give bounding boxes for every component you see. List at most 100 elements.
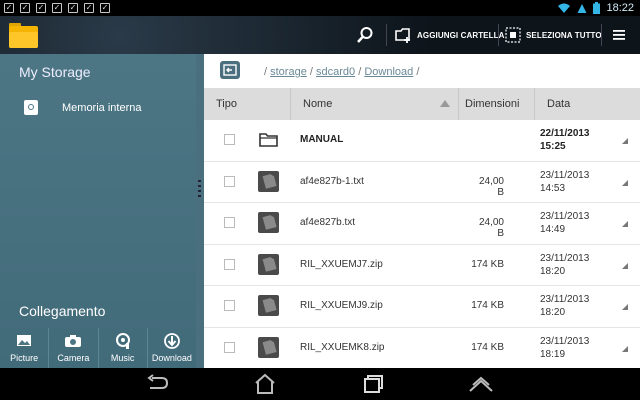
row-checkbox[interactable] bbox=[224, 217, 235, 228]
action-bar: AGGIUNGI CARTELLA SELEZIONA TUTTO bbox=[0, 16, 640, 54]
notification-icons: ✓ ✓ ✓ ✓ ✓ ✓ ✓ bbox=[4, 3, 110, 13]
file-date-day: 23/11/2013 bbox=[540, 294, 590, 305]
breadcrumb-storage[interactable]: storage bbox=[270, 66, 307, 78]
select-all-button[interactable]: SELEZIONA TUTTO bbox=[505, 16, 602, 54]
up-icon[interactable] bbox=[464, 372, 498, 396]
breadcrumb-separator: / bbox=[358, 66, 362, 78]
file-size: 174 KB bbox=[471, 341, 504, 353]
breadcrumb-download[interactable]: Download bbox=[364, 66, 413, 78]
clock: 18:22 bbox=[606, 2, 634, 14]
back-folder-icon bbox=[223, 64, 237, 76]
file-date: 23/11/2013 18:20 bbox=[540, 293, 589, 319]
file-date: 22/11/2013 15:25 bbox=[540, 127, 590, 153]
notification-check-icon: ✓ bbox=[4, 3, 14, 13]
file-name: MANUAL bbox=[300, 134, 344, 145]
separator bbox=[601, 24, 602, 46]
sidebar: My Storage Memoria interna Collegamento … bbox=[0, 54, 196, 368]
file-size: 174 KB bbox=[471, 258, 504, 270]
row-checkbox[interactable] bbox=[224, 300, 235, 311]
row-checkbox[interactable] bbox=[224, 258, 235, 270]
file-size: 24,00 B bbox=[478, 175, 504, 198]
file-date-time: 18:19 bbox=[540, 348, 566, 360]
file-name: RIL_XXUEMK8.zip bbox=[300, 341, 385, 353]
row-options-icon[interactable] bbox=[622, 262, 628, 269]
table-row[interactable]: af4e827b-1.txt 24,00 B 23/11/2013 14:53 bbox=[204, 162, 640, 203]
file-icon bbox=[258, 336, 279, 358]
recent-apps-icon[interactable] bbox=[356, 372, 390, 396]
search-button[interactable] bbox=[356, 16, 374, 54]
row-checkbox[interactable] bbox=[224, 341, 235, 353]
table-row[interactable]: RIL_XXUEMJ7.zip 174 KB 23/11/2013 18:20 bbox=[204, 245, 640, 286]
search-icon bbox=[357, 27, 373, 43]
back-icon[interactable] bbox=[140, 372, 174, 396]
row-options-icon[interactable] bbox=[622, 179, 628, 186]
column-header-name-label: Nome bbox=[303, 98, 333, 110]
file-icon bbox=[258, 253, 279, 275]
file-date-time: 14:49 bbox=[540, 224, 566, 235]
column-header-size[interactable]: Dimensioni bbox=[458, 88, 534, 120]
file-icon bbox=[258, 212, 279, 233]
sidebar-item-label: Memoria interna bbox=[62, 102, 142, 114]
file-date-day: 23/11/2013 bbox=[540, 252, 590, 264]
row-options-icon[interactable] bbox=[622, 345, 628, 352]
table-header: Tipo Nome Dimensioni Data bbox=[204, 88, 640, 120]
shortcut-label: Download bbox=[151, 353, 192, 363]
sidebar-title: My Storage bbox=[19, 64, 91, 80]
shortcut-music[interactable]: Music bbox=[97, 328, 147, 368]
add-folder-button[interactable]: AGGIUNGI CARTELLA bbox=[395, 16, 504, 54]
notification-check-icon: ✓ bbox=[100, 3, 110, 13]
row-options-icon[interactable] bbox=[622, 304, 628, 310]
notification-check-icon: ✓ bbox=[20, 3, 30, 13]
breadcrumb-sdcard0[interactable]: sdcard0 bbox=[316, 66, 355, 78]
shortcut-picture[interactable]: Picture bbox=[0, 328, 48, 368]
shortcut-label: Music bbox=[110, 353, 135, 363]
warning-icon bbox=[577, 3, 587, 13]
status-bar: ✓ ✓ ✓ ✓ ✓ ✓ ✓ 18:22 bbox=[0, 0, 640, 16]
wifi-icon bbox=[558, 3, 571, 13]
separator bbox=[386, 24, 387, 46]
panel-resize-handle[interactable] bbox=[196, 54, 204, 368]
column-header-date[interactable]: Data bbox=[534, 88, 640, 120]
separator bbox=[498, 24, 499, 46]
navigate-up-button[interactable] bbox=[220, 61, 240, 79]
shortcuts-bar: Picture Camera Music Download bbox=[0, 328, 196, 368]
app-folder-icon[interactable] bbox=[9, 21, 38, 48]
music-icon bbox=[115, 333, 130, 349]
file-size: 24,00 B bbox=[478, 217, 504, 239]
select-all-label: SELEZIONA TUTTO bbox=[526, 30, 602, 40]
table-row[interactable]: af4e827b.txt 24,00 B 23/11/2013 14:49 bbox=[204, 203, 640, 245]
shortcuts-section-title: Collegamento bbox=[19, 303, 106, 319]
file-icon bbox=[258, 295, 279, 316]
system-navigation-bar bbox=[0, 368, 640, 400]
row-options-icon[interactable] bbox=[622, 138, 628, 144]
file-date-day: 23/11/2013 bbox=[540, 335, 590, 347]
notification-check-icon: ✓ bbox=[36, 3, 46, 13]
file-list: MANUAL 22/11/2013 15:25 af4e827b-1.txt 24… bbox=[204, 120, 640, 369]
table-row[interactable]: RIL_XXUEMJ9.zip 174 KB 23/11/2013 18:20 bbox=[204, 286, 640, 328]
row-checkbox[interactable] bbox=[224, 175, 235, 187]
column-header-name[interactable]: Nome bbox=[290, 88, 458, 120]
path-bar: / storage / sdcard0 / Download / bbox=[204, 54, 640, 89]
file-date: 23/11/2013 14:49 bbox=[540, 210, 589, 236]
picture-icon bbox=[17, 335, 32, 346]
file-name: af4e827b-1.txt bbox=[300, 175, 364, 187]
file-date-day: 23/11/2013 bbox=[540, 169, 590, 181]
sidebar-item-internal-storage[interactable]: Memoria interna bbox=[0, 90, 196, 126]
file-name: af4e827b.txt bbox=[300, 217, 356, 228]
shortcut-label: Camera bbox=[57, 353, 90, 363]
notification-check-icon: ✓ bbox=[84, 3, 94, 13]
table-row[interactable]: RIL_XXUEMK8.zip 174 KB 23/11/2013 18:19 bbox=[204, 328, 640, 369]
file-date-time: 18:20 bbox=[540, 265, 566, 277]
home-icon[interactable] bbox=[248, 372, 282, 396]
file-size: 174 KB bbox=[471, 300, 504, 311]
shortcut-download[interactable]: Download bbox=[146, 328, 196, 368]
table-row[interactable]: MANUAL 22/11/2013 15:25 bbox=[204, 120, 640, 162]
column-header-type[interactable]: Tipo bbox=[204, 88, 290, 120]
shortcut-camera[interactable]: Camera bbox=[48, 328, 97, 368]
row-checkbox[interactable] bbox=[224, 134, 235, 145]
storage-icon bbox=[24, 100, 38, 115]
overflow-menu-button[interactable] bbox=[612, 16, 626, 54]
row-options-icon[interactable] bbox=[622, 221, 628, 227]
add-folder-label: AGGIUNGI CARTELLA bbox=[417, 30, 505, 40]
file-name: RIL_XXUEMJ7.zip bbox=[300, 258, 383, 270]
